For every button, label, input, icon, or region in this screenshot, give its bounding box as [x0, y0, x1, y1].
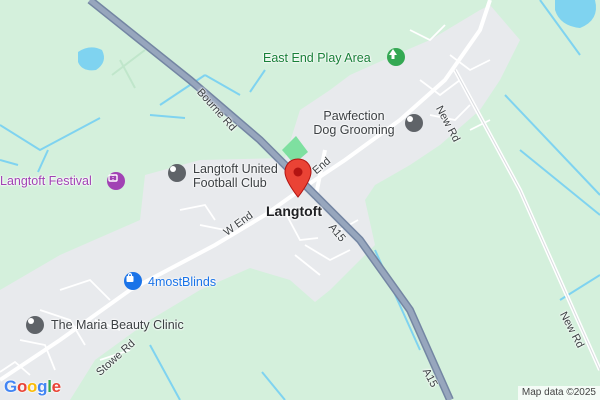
google-logo[interactable]: Google — [4, 377, 61, 397]
poi-label-langtoft-united-line1: Langtoft United — [193, 162, 278, 176]
poi-label-east-end-play-area[interactable]: East End Play Area — [263, 51, 371, 65]
tree-icon[interactable] — [387, 48, 405, 66]
map-attribution[interactable]: Map data ©2025 — [517, 386, 600, 400]
place-icon[interactable] — [26, 316, 44, 334]
poi-label-langtoft-united-line2: Football Club — [193, 176, 267, 190]
shopping-bag-icon[interactable] — [124, 272, 142, 290]
map-canvas[interactable]: Bourne Rd A15 A15 W End End New Rd New R… — [0, 0, 600, 400]
poi-label-pawfection[interactable]: Pawfection Dog Grooming — [308, 109, 400, 137]
town-label: Langtoft — [266, 203, 322, 219]
poi-label-langtoft-united[interactable]: Langtoft United Football Club — [193, 162, 278, 190]
place-icon[interactable] — [168, 164, 186, 182]
poi-label-pawfection-line1: Pawfection — [323, 109, 385, 123]
red-marker-icon[interactable] — [284, 158, 312, 198]
ticket-icon[interactable] — [107, 172, 125, 190]
poi-label-maria-beauty-clinic[interactable]: The Maria Beauty Clinic — [51, 318, 184, 332]
poi-label-pawfection-line2: Dog Grooming — [313, 123, 395, 137]
place-icon[interactable] — [405, 114, 423, 132]
poi-label-4mostblinds[interactable]: 4mostBlinds — [148, 275, 216, 289]
poi-label-langtoft-festival[interactable]: Langtoft Festival — [0, 174, 92, 188]
